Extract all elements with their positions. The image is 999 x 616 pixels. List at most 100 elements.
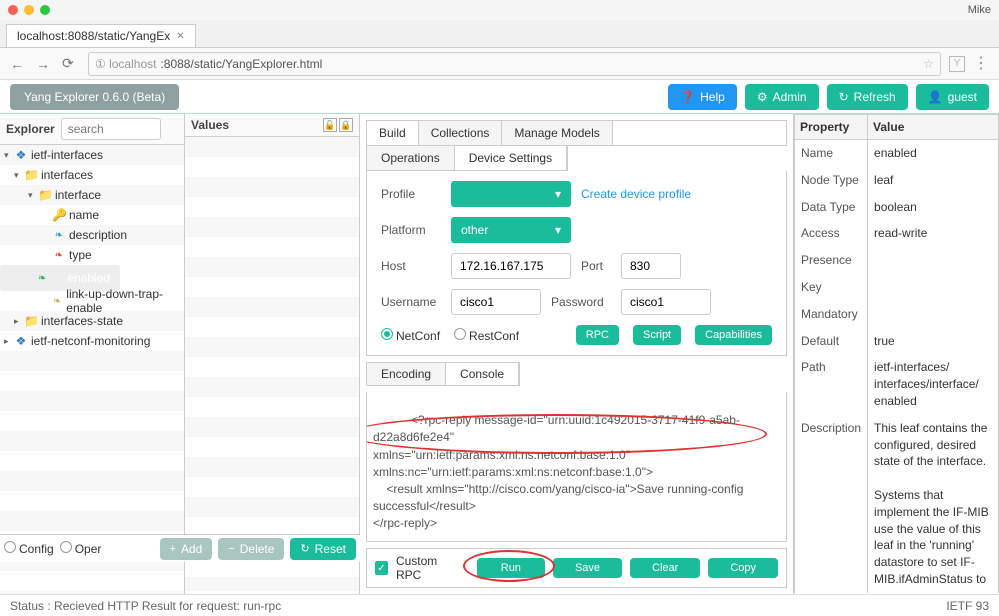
window-titlebar: Mike bbox=[0, 0, 999, 20]
table-row: Data Typeboolean bbox=[795, 194, 999, 221]
table-row: Nameenabled bbox=[795, 140, 999, 167]
table-row: Accessread-write bbox=[795, 220, 999, 247]
clear-button[interactable]: Clear bbox=[630, 558, 700, 578]
console-text: <?rpc-reply message-id="urn:uuid:1c49201… bbox=[373, 413, 743, 530]
menu-icon[interactable]: ⋮ bbox=[973, 56, 989, 72]
tab-device-settings[interactable]: Device Settings bbox=[455, 146, 567, 170]
tree-item[interactable]: ❧type bbox=[0, 245, 184, 265]
config-radio[interactable]: Config bbox=[4, 541, 54, 556]
footer-right: IETF 93 bbox=[946, 599, 989, 613]
status-bar: Status : Recieved HTTP Result for reques… bbox=[0, 594, 999, 616]
custom-rpc-label: Custom RPC bbox=[396, 554, 461, 582]
table-row: Pathietf-interfaces/ interfaces/interfac… bbox=[795, 354, 999, 414]
platform-label: Platform bbox=[381, 223, 441, 237]
platform-select[interactable]: other▾ bbox=[451, 217, 571, 243]
tree-item[interactable]: ❧description bbox=[0, 225, 184, 245]
status-text: Status : Recieved HTTP Result for reques… bbox=[10, 599, 281, 613]
tree-item[interactable]: ▸❖ietf-netconf-monitoring bbox=[0, 331, 184, 351]
table-row: Defaulttrue bbox=[795, 328, 999, 355]
search-input[interactable] bbox=[61, 118, 161, 140]
os-username: Mike bbox=[968, 4, 991, 16]
profile-label: Profile bbox=[381, 187, 441, 201]
tree-item[interactable]: ▾❖ietf-interfaces bbox=[0, 145, 184, 165]
delete-button[interactable]: − Delete bbox=[218, 538, 284, 560]
sub-tabs: Operations Device Settings bbox=[366, 146, 568, 171]
minimize-window-icon[interactable] bbox=[24, 5, 34, 15]
main-tabs: Build Collections Manage Models bbox=[366, 120, 787, 146]
refresh-button[interactable]: ↻ Refresh bbox=[827, 84, 908, 110]
script-button[interactable]: Script bbox=[633, 325, 681, 345]
browser-url-bar: ← → ⟳ ① localhost :8088/static/YangExplor… bbox=[0, 48, 999, 80]
table-row: DescriptionThis leaf contains the config… bbox=[795, 415, 999, 593]
tree-item[interactable]: ▾📁interface bbox=[0, 185, 184, 205]
tab-manage-models[interactable]: Manage Models bbox=[502, 121, 612, 145]
bookmark-icon[interactable]: ☆ bbox=[923, 57, 934, 71]
profile-select[interactable]: ▾ bbox=[451, 181, 571, 207]
forward-button[interactable]: → bbox=[36, 56, 54, 72]
browser-tab[interactable]: localhost:8088/static/YangEx ✕ bbox=[6, 24, 196, 47]
col-property: Property bbox=[795, 115, 868, 140]
copy-button[interactable]: Copy bbox=[708, 558, 778, 578]
oper-radio[interactable]: Oper bbox=[60, 541, 102, 556]
console-output[interactable]: <?rpc-reply message-id="urn:uuid:1c49201… bbox=[366, 392, 787, 542]
tab-title: localhost:8088/static/YangEx bbox=[17, 29, 170, 43]
tab-encoding[interactable]: Encoding bbox=[367, 363, 446, 385]
close-window-icon[interactable] bbox=[8, 5, 18, 15]
device-settings-form: Profile ▾ Create device profile Platform… bbox=[366, 171, 787, 356]
maximize-window-icon[interactable] bbox=[40, 5, 50, 15]
help-button[interactable]: ❓ Help bbox=[668, 84, 737, 110]
model-tree[interactable]: ▾❖ietf-interfaces▾📁interfaces▾📁interface… bbox=[0, 145, 184, 594]
host-label: Host bbox=[381, 259, 441, 273]
close-tab-icon[interactable]: ✕ bbox=[176, 31, 184, 42]
run-button[interactable]: Run bbox=[477, 558, 545, 578]
lock-icon[interactable]: 🔒 bbox=[339, 118, 353, 132]
rpc-button[interactable]: RPC bbox=[576, 325, 619, 345]
username-label: Username bbox=[381, 295, 441, 309]
custom-rpc-checkbox[interactable]: ✓ bbox=[375, 561, 388, 575]
chevron-down-icon: ▾ bbox=[555, 223, 561, 237]
main-columns: Explorer ▾❖ietf-interfaces▾📁interfaces▾📁… bbox=[0, 114, 999, 594]
browser-tab-bar: localhost:8088/static/YangEx ✕ bbox=[0, 20, 999, 48]
address-input[interactable]: ① localhost :8088/static/YangExplorer.htm… bbox=[88, 52, 941, 76]
table-row: Key bbox=[795, 274, 999, 301]
main-work-area: Build Collections Manage Models Operatio… bbox=[360, 114, 794, 594]
host-input[interactable] bbox=[451, 253, 571, 279]
password-input[interactable] bbox=[621, 289, 711, 315]
restconf-radio[interactable]: RestConf bbox=[454, 328, 519, 343]
app-brand: Yang Explorer 0.6.0 (Beta) bbox=[10, 84, 179, 110]
reload-button[interactable]: ⟳ bbox=[62, 55, 80, 72]
extension-icon[interactable]: Y bbox=[949, 56, 965, 72]
tab-collections[interactable]: Collections bbox=[419, 121, 503, 145]
tree-item[interactable]: 🔑name bbox=[0, 205, 184, 225]
values-grid[interactable] bbox=[185, 137, 359, 591]
port-input[interactable] bbox=[621, 253, 681, 279]
tab-console[interactable]: Console bbox=[446, 363, 519, 385]
url-path: :8088/static/YangExplorer.html bbox=[160, 57, 322, 71]
url-origin: ① localhost bbox=[95, 57, 156, 71]
tree-item[interactable]: ▾📁interfaces bbox=[0, 165, 184, 185]
capabilities-button[interactable]: Capabilities bbox=[695, 325, 772, 345]
chevron-down-icon: ▾ bbox=[555, 187, 561, 201]
reset-button[interactable]: ↻ Reset bbox=[290, 538, 356, 560]
values-panel: Values 🔓 🔒 bbox=[185, 114, 360, 594]
username-input[interactable] bbox=[451, 289, 541, 315]
col-value: Value bbox=[868, 115, 999, 140]
tab-operations[interactable]: Operations bbox=[367, 146, 455, 170]
add-button[interactable]: + Add bbox=[160, 538, 213, 560]
create-profile-link[interactable]: Create device profile bbox=[581, 187, 691, 201]
password-label: Password bbox=[551, 295, 611, 309]
properties-panel: PropertyValue NameenabledNode TypeleafDa… bbox=[794, 114, 999, 594]
tab-build[interactable]: Build bbox=[367, 121, 419, 145]
explorer-panel: Explorer ▾❖ietf-interfaces▾📁interfaces▾📁… bbox=[0, 114, 185, 594]
unlock-icon[interactable]: 🔓 bbox=[323, 118, 337, 132]
admin-button[interactable]: ⚙ Admin bbox=[745, 84, 819, 110]
app-top-bar: Yang Explorer 0.6.0 (Beta) ❓ Help ⚙ Admi… bbox=[0, 80, 999, 114]
back-button[interactable]: ← bbox=[10, 56, 28, 72]
encoding-tabs: Encoding Console bbox=[366, 362, 520, 386]
table-row: Node Typeleaf bbox=[795, 167, 999, 194]
table-row: Mandatory bbox=[795, 301, 999, 328]
save-button[interactable]: Save bbox=[553, 558, 622, 578]
tree-item[interactable]: ❧link-up-down-trap-enable bbox=[0, 291, 184, 311]
user-button[interactable]: 👤 guest bbox=[916, 84, 989, 110]
netconf-radio[interactable]: NetConf bbox=[381, 328, 440, 343]
